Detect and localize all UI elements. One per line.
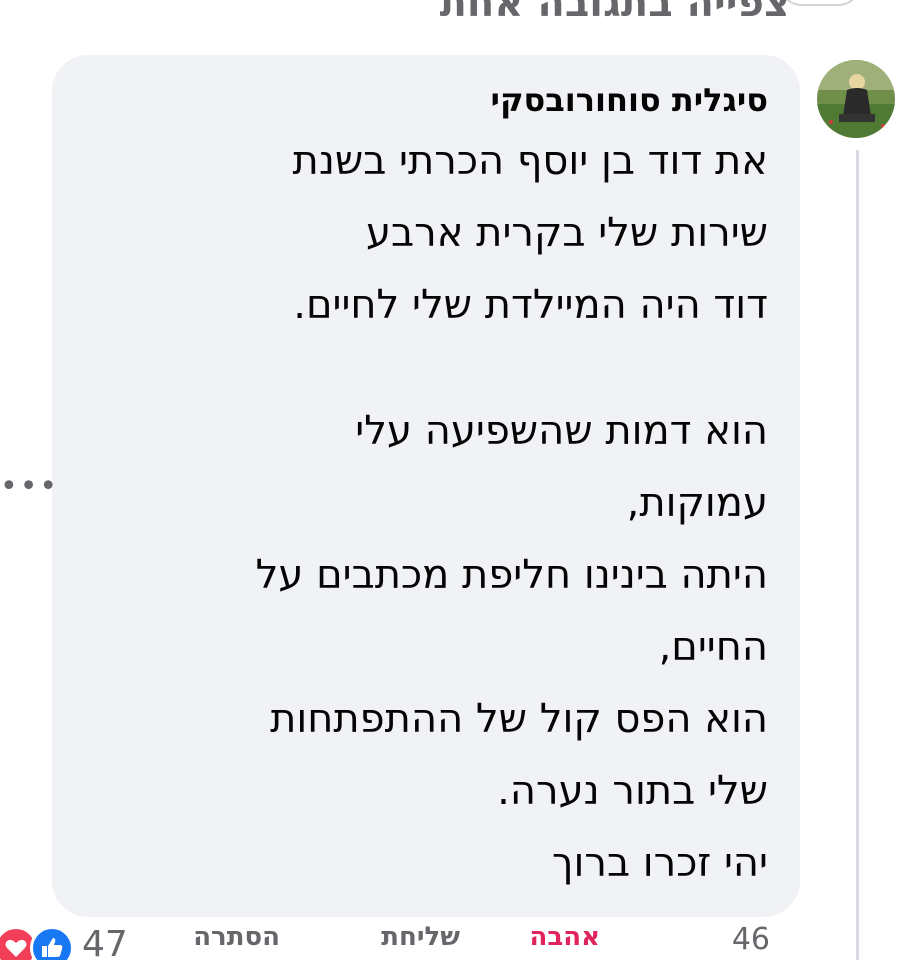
comment-line: את דוד בן יוסף הכרתי בשנת bbox=[292, 138, 768, 184]
comment-line: דוד היה המיילדת שלי לחיים. bbox=[293, 282, 768, 328]
avatar[interactable] bbox=[817, 60, 895, 138]
reaction-count: 47 bbox=[82, 924, 128, 960]
reply-button[interactable]: שליחת bbox=[381, 922, 460, 952]
comment-line: היתה בינינו חליפת מכתבים על bbox=[255, 552, 768, 598]
hide-button[interactable]: הסתרה bbox=[193, 922, 280, 952]
comment-line: יהי זכרו ברוך bbox=[551, 840, 768, 886]
love-reaction-button[interactable]: אהבה bbox=[529, 922, 600, 952]
avatar-photo bbox=[817, 60, 895, 138]
thumbs-up-glyph bbox=[42, 938, 63, 957]
thread-connector-line bbox=[856, 150, 859, 960]
comment-line: עמוקות, bbox=[626, 480, 768, 526]
view-replies-link[interactable]: צפייה בתגובה אחת bbox=[440, 0, 790, 26]
comment-paragraph-break bbox=[84, 341, 768, 395]
comment-actions: 46 אהבה שליחת הסתרה bbox=[120, 922, 770, 960]
comment-line: הוא דמות שהשפיעה עלי bbox=[355, 408, 768, 454]
top-pill bbox=[778, 0, 862, 6]
more-dots-icon[interactable]: ••• bbox=[0, 472, 59, 502]
like-reaction-icon bbox=[30, 926, 74, 960]
comment-line: החיים, bbox=[658, 624, 768, 670]
reaction-summary[interactable]: 47 bbox=[0, 924, 144, 960]
comment-thread: צפייה בתגובה אחת סיגלית סוחורובסקי את דו… bbox=[0, 0, 920, 960]
comment-line: שלי בתור נערה. bbox=[497, 768, 768, 814]
comment-author[interactable]: סיגלית סוחורובסקי bbox=[84, 75, 768, 125]
comment-timestamp[interactable]: 46 bbox=[732, 922, 770, 957]
comment-line: הוא הפס קול של ההתפתחות bbox=[270, 696, 768, 742]
comment-bubble: סיגלית סוחורובסקי את דוד בן יוסף הכרתי ב… bbox=[52, 55, 800, 917]
comment-line: שירות שלי בקרית ארבע bbox=[365, 210, 768, 256]
